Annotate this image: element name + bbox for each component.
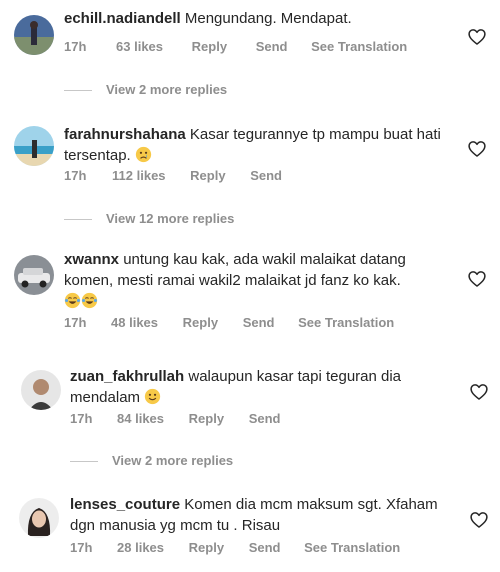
comment-meta: 17h 48 likes Reply Send See Translation <box>64 315 394 330</box>
heart-icon[interactable] <box>469 510 489 530</box>
likes-count[interactable]: 84 likes <box>117 411 164 426</box>
comment-meta: 17h 28 likes Reply Send See Translation <box>70 540 400 555</box>
username-link[interactable]: farahnurshahana <box>64 126 186 143</box>
comment-text: lenses_couture Komen dia mcm maksum sgt.… <box>70 494 444 536</box>
comment-text: farahnurshahana Kasar tegurannye tp mamp… <box>64 124 444 166</box>
heart-icon[interactable] <box>467 269 487 289</box>
timestamp: 17h <box>64 315 87 330</box>
view-replies-button[interactable]: View 2 more replies <box>70 453 233 468</box>
likes-count[interactable]: 63 likes <box>116 39 163 54</box>
comment-text: zuan_fakhrullah walaupun kasar tapi tegu… <box>70 366 444 408</box>
see-translation-button[interactable]: See Translation <box>298 315 394 330</box>
avatar[interactable] <box>14 15 54 55</box>
heart-icon[interactable] <box>469 382 489 402</box>
timestamp: 17h <box>64 168 87 183</box>
tears-of-joy-emoji <box>64 292 81 309</box>
send-button[interactable]: Send <box>249 411 281 426</box>
view-replies-label: View 2 more replies <box>112 453 234 468</box>
likes-count[interactable]: 48 likes <box>111 315 158 330</box>
view-replies-label: View 12 more replies <box>106 211 235 226</box>
comment-body: Mengundang. Mendapat. <box>184 10 352 27</box>
reply-button[interactable]: Reply <box>189 540 224 555</box>
avatar[interactable] <box>14 255 54 295</box>
comment-text: echill.nadiandell Mengundang. Mendapat. <box>64 8 444 29</box>
username-link[interactable]: lenses_couture <box>70 496 180 513</box>
likes-count[interactable]: 112 likes <box>112 168 166 183</box>
see-translation-button[interactable]: See Translation <box>311 39 407 54</box>
comment-text: xwannx untung kau kak, ada wakil malaika… <box>64 249 444 312</box>
reply-button[interactable]: Reply <box>192 39 227 54</box>
username-link[interactable]: echill.nadiandell <box>64 10 181 27</box>
heart-icon[interactable] <box>467 139 487 159</box>
reply-button[interactable]: Reply <box>190 168 225 183</box>
likes-count[interactable]: 28 likes <box>117 540 164 555</box>
avatar[interactable] <box>19 498 59 538</box>
timestamp: 17h <box>64 39 87 54</box>
avatar[interactable] <box>14 126 54 166</box>
view-replies-button[interactable]: View 12 more replies <box>64 211 234 226</box>
replies-divider <box>64 90 92 92</box>
view-replies-label: View 2 more replies <box>106 82 228 97</box>
heart-icon[interactable] <box>467 27 487 47</box>
comment-meta: 17h 63 likes Reply Send See Translation <box>64 39 407 54</box>
reply-button[interactable]: Reply <box>189 411 224 426</box>
slight-smile-emoji <box>144 388 161 405</box>
timestamp: 17h <box>70 540 93 555</box>
comment-meta: 17h 84 likes Reply Send <box>70 411 280 426</box>
username-link[interactable]: xwannx <box>64 251 119 268</box>
replies-divider <box>70 461 98 463</box>
send-button[interactable]: Send <box>256 39 288 54</box>
sad-face-emoji <box>135 146 152 163</box>
send-button[interactable]: Send <box>249 540 281 555</box>
see-translation-button[interactable]: See Translation <box>304 540 400 555</box>
send-button[interactable]: Send <box>243 315 275 330</box>
comment-meta: 17h 112 likes Reply Send <box>64 168 282 183</box>
reply-button[interactable]: Reply <box>183 315 218 330</box>
tears-of-joy-emoji <box>81 292 98 309</box>
timestamp: 17h <box>70 411 93 426</box>
send-button[interactable]: Send <box>250 168 282 183</box>
view-replies-button[interactable]: View 2 more replies <box>64 82 227 97</box>
avatar[interactable] <box>21 370 61 410</box>
username-link[interactable]: zuan_fakhrullah <box>70 368 184 385</box>
replies-divider <box>64 219 92 221</box>
